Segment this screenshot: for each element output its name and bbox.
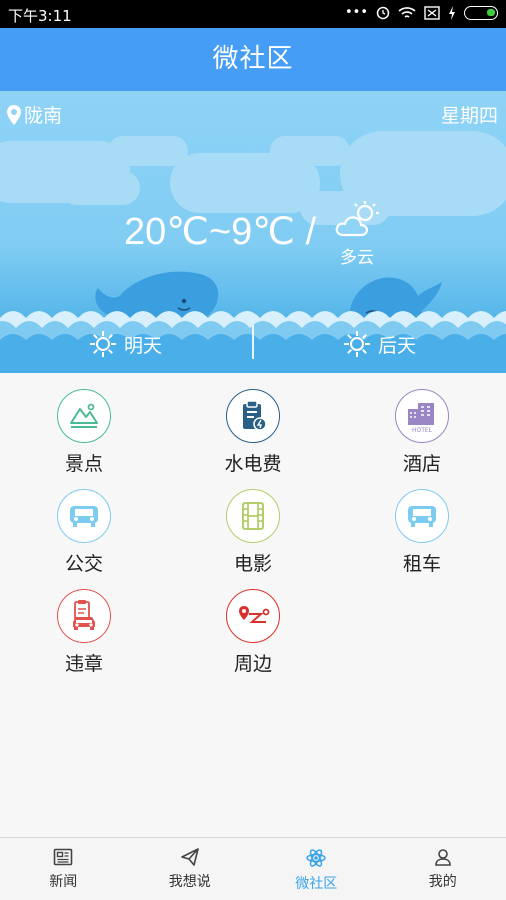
alarm-icon bbox=[376, 6, 390, 19]
tab-news[interactable]: 新闻 bbox=[0, 838, 127, 900]
app-header: 微社区 bbox=[0, 28, 506, 91]
no-sim-icon bbox=[424, 5, 440, 20]
user-icon bbox=[434, 849, 451, 866]
weather-condition: 多云 bbox=[340, 248, 374, 268]
nearby-icon bbox=[239, 606, 270, 623]
status-icons: ••• bbox=[345, 5, 498, 20]
tab-micro-community[interactable]: 微社区 bbox=[253, 838, 380, 900]
service-label: 租车 bbox=[402, 553, 441, 575]
service-icon-circle bbox=[57, 489, 111, 543]
atom-icon bbox=[306, 849, 326, 867]
weekday: 星期四 bbox=[440, 105, 498, 127]
service-nearby[interactable]: 周边 bbox=[193, 589, 313, 676]
page-title: 微社区 bbox=[212, 44, 294, 74]
sun-icon bbox=[90, 331, 116, 357]
tab-label: 微社区 bbox=[295, 876, 338, 892]
service-movie[interactable]: 电影 bbox=[193, 489, 313, 576]
bottom-tab-bar: 新闻 我想说 微社区 我的 bbox=[0, 837, 506, 900]
forecast-label: 后天 bbox=[378, 334, 417, 357]
service-icon-circle bbox=[57, 589, 111, 643]
wifi-icon bbox=[398, 6, 416, 18]
paper-plane-icon bbox=[180, 848, 199, 866]
forecast-day-after[interactable]: 后天 bbox=[342, 329, 416, 359]
service-bus[interactable]: 公交 bbox=[24, 489, 144, 576]
film-icon bbox=[242, 502, 264, 530]
sun-icon bbox=[344, 331, 370, 357]
service-label: 电影 bbox=[233, 553, 272, 575]
forecast-divider bbox=[252, 325, 254, 359]
more-dots-icon: ••• bbox=[344, 5, 368, 20]
tab-i-want-to-say[interactable]: 我想说 bbox=[127, 838, 254, 900]
charging-icon bbox=[449, 5, 455, 20]
utility-bill-icon bbox=[243, 400, 267, 431]
hotel-icon: HOTEL bbox=[408, 403, 434, 433]
forecast-tomorrow[interactable]: 明天 bbox=[88, 329, 162, 359]
tab-mine[interactable]: 我的 bbox=[380, 838, 506, 900]
service-car-rental[interactable]: 租车 bbox=[362, 489, 482, 576]
forecast-label: 明天 bbox=[124, 334, 163, 357]
location-pin-icon bbox=[7, 104, 21, 125]
service-utility-bill[interactable]: 水电费 bbox=[193, 389, 313, 476]
service-violation[interactable]: 违章 bbox=[24, 589, 144, 676]
service-scenic[interactable]: 景点 bbox=[24, 389, 144, 476]
svg-text:HOTEL: HOTEL bbox=[412, 427, 433, 433]
cloud-decoration bbox=[108, 136, 188, 166]
cloudy-icon bbox=[335, 201, 379, 237]
service-label: 公交 bbox=[64, 553, 103, 575]
cloud-decoration bbox=[60, 171, 140, 205]
tab-label: 我的 bbox=[428, 874, 457, 890]
location-name: 陇南 bbox=[24, 105, 63, 127]
cloud-decoration bbox=[270, 136, 350, 166]
service-hotel[interactable]: HOTEL 酒店 bbox=[362, 389, 482, 476]
service-icon-circle bbox=[226, 489, 280, 543]
service-label: 水电费 bbox=[224, 453, 282, 475]
service-label: 周边 bbox=[233, 653, 272, 675]
temperature-range: 20℃~9℃ / bbox=[124, 211, 317, 253]
service-icon-circle bbox=[226, 589, 280, 643]
violation-icon bbox=[73, 600, 95, 630]
service-icon-circle bbox=[226, 389, 280, 443]
tab-label: 我想说 bbox=[168, 874, 211, 890]
service-label: 景点 bbox=[64, 453, 103, 475]
location[interactable]: 陇南 bbox=[6, 101, 62, 128]
service-icon-circle bbox=[57, 389, 111, 443]
status-time: 下午3:11 bbox=[8, 7, 72, 25]
scenic-icon bbox=[70, 403, 98, 428]
car-rental-icon bbox=[408, 506, 436, 527]
status-bar: 下午3:11 ••• bbox=[0, 0, 506, 28]
weather-panel: 陇南 星期四 20℃~9℃ / 多云 明天 后天 bbox=[0, 91, 506, 373]
bus-icon bbox=[70, 506, 98, 527]
service-label: 违章 bbox=[64, 653, 103, 675]
tab-label: 新闻 bbox=[49, 874, 78, 890]
service-icon-circle: HOTEL bbox=[395, 389, 449, 443]
service-icon-circle bbox=[395, 489, 449, 543]
battery-icon bbox=[464, 5, 498, 20]
news-icon bbox=[53, 848, 73, 866]
service-label: 酒店 bbox=[402, 453, 441, 475]
